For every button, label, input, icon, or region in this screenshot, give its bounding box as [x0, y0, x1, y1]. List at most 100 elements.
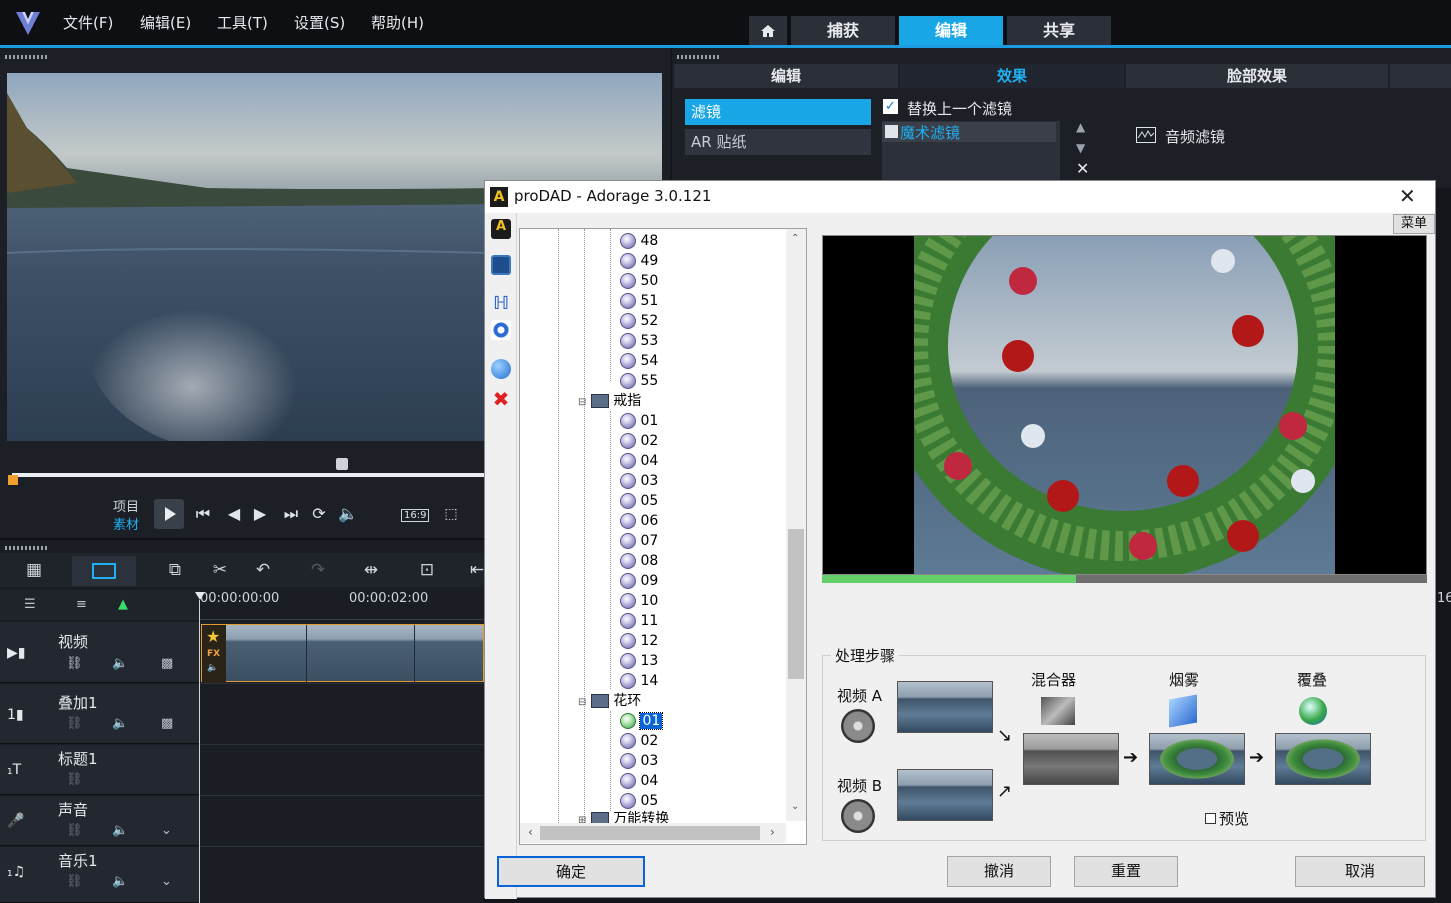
- scroll-down-icon[interactable]: ⌄: [791, 801, 799, 812]
- tree-item[interactable]: 51: [620, 291, 806, 311]
- tree-item[interactable]: 02: [620, 431, 806, 451]
- tree-item[interactable]: 48: [620, 231, 806, 251]
- tree-item[interactable]: 09: [620, 571, 806, 591]
- video-b-thumbnail[interactable]: [897, 769, 993, 821]
- reset-button[interactable]: 重置: [1074, 856, 1178, 887]
- tree-item[interactable]: 08: [620, 551, 806, 571]
- monitor-icon[interactable]: [491, 255, 511, 275]
- mixer-thumbnail[interactable]: [1023, 733, 1119, 785]
- volume-button[interactable]: 🔈: [337, 503, 359, 525]
- mute-icon[interactable]: 🔈: [112, 656, 128, 671]
- expand-icon[interactable]: ⌄: [161, 874, 172, 889]
- cancel-button[interactable]: 取消: [1295, 856, 1425, 887]
- add-track-icon[interactable]: ≡: [76, 597, 87, 612]
- goto-end-button[interactable]: ⏭: [280, 503, 302, 525]
- track-video[interactable]: [0, 622, 199, 683]
- category-ar-sticker[interactable]: AR 贴纸: [685, 129, 871, 155]
- tree-item[interactable]: 13: [620, 651, 806, 671]
- tree-item[interactable]: 12: [620, 631, 806, 651]
- menu-file[interactable]: 文件(F): [63, 12, 113, 33]
- clip-mode-label[interactable]: 素材: [113, 514, 139, 533]
- tree-item[interactable]: 49: [620, 251, 806, 271]
- tree-item[interactable]: 06: [620, 511, 806, 531]
- effect-tree[interactable]: 48 49 50 51 52 53 54 55 ⊟ 戒指 01 02 04 03…: [519, 228, 807, 845]
- fit-timeline-icon[interactable]: ⇹: [358, 560, 384, 582]
- replace-filter-checkbox[interactable]: ✓: [883, 99, 898, 114]
- ok-button[interactable]: 确定: [497, 856, 645, 887]
- track-voice[interactable]: [0, 796, 199, 846]
- menu-button[interactable]: 菜单: [1393, 214, 1435, 234]
- overlay-icon[interactable]: [1299, 697, 1327, 725]
- tree-hscroll-thumb[interactable]: [540, 826, 760, 840]
- menu-edit[interactable]: 编辑(E): [140, 12, 191, 33]
- tree-vscroll-thumb[interactable]: [788, 529, 804, 679]
- tree-item[interactable]: 54: [620, 351, 806, 371]
- prev-frame-button[interactable]: ◀: [223, 503, 245, 525]
- mute-icon[interactable]: 🔈: [112, 874, 128, 889]
- tree-item[interactable]: 11: [620, 611, 806, 631]
- tree-item[interactable]: 05: [620, 491, 806, 511]
- home-tab[interactable]: [749, 16, 787, 46]
- tree-item[interactable]: 03: [620, 471, 806, 491]
- add-media-icon[interactable]: ⧉: [162, 560, 188, 582]
- move-up-icon[interactable]: ▲: [1076, 120, 1085, 134]
- menu-tools[interactable]: 工具(T): [217, 12, 268, 33]
- link-icon[interactable]: ⛓: [66, 874, 83, 889]
- close-icon[interactable]: ✕: [1399, 184, 1416, 208]
- applied-filter-item[interactable]: 魔术滤镜: [882, 122, 1056, 142]
- aspect-ratio-button[interactable]: 16:9: [401, 509, 430, 522]
- tree-item[interactable]: 04: [620, 771, 806, 791]
- scroll-right-icon[interactable]: ›: [770, 825, 775, 839]
- tree-item[interactable]: 10: [620, 591, 806, 611]
- next-frame-button[interactable]: ▶: [249, 503, 271, 525]
- tree-item[interactable]: 02: [620, 731, 806, 751]
- grid-icon[interactable]: ▩: [161, 716, 173, 731]
- tree-item[interactable]: 53: [620, 331, 806, 351]
- mute-icon[interactable]: 🔈: [112, 716, 128, 731]
- link-icon[interactable]: ⛓: [66, 656, 83, 671]
- audio-filter-label[interactable]: 音频滤镜: [1165, 126, 1225, 147]
- storyboard-view-icon[interactable]: ▦: [21, 560, 47, 582]
- preview-scrubber[interactable]: [12, 473, 484, 477]
- tree-item[interactable]: 52: [620, 311, 806, 331]
- tree-item[interactable]: 04: [620, 451, 806, 471]
- redo-icon[interactable]: ↷: [305, 560, 331, 582]
- tree-item[interactable]: 07: [620, 531, 806, 551]
- tab-share[interactable]: 共享: [1007, 16, 1111, 46]
- video-a-thumbnail[interactable]: [897, 681, 993, 733]
- trim-marker[interactable]: [8, 475, 18, 485]
- preview-progress-track[interactable]: [822, 575, 1427, 583]
- menu-help[interactable]: 帮助(H): [371, 12, 424, 33]
- tree-folder-wreath[interactable]: ⊟ 花环: [578, 691, 806, 711]
- video-clip[interactable]: ★ FX 🔈: [201, 624, 484, 683]
- fit-project-icon[interactable]: ⊡: [414, 560, 440, 582]
- grid-icon[interactable]: ▩: [161, 656, 173, 671]
- expand-icon[interactable]: ⌄: [161, 823, 172, 838]
- playhead[interactable]: [195, 592, 205, 600]
- tree-item[interactable]: 55: [620, 371, 806, 391]
- delete-icon[interactable]: ✖: [491, 389, 511, 409]
- scroll-left-icon[interactable]: ‹: [528, 825, 533, 839]
- scrubber-handle[interactable]: [336, 458, 348, 470]
- undo-icon[interactable]: ↶: [250, 560, 276, 582]
- effects-tab-effects[interactable]: 效果: [900, 64, 1124, 88]
- scroll-up-icon[interactable]: ⌃: [791, 233, 799, 244]
- remove-filter-icon[interactable]: ✕: [1076, 159, 1089, 178]
- overlay-thumbnail[interactable]: [1275, 733, 1371, 785]
- tree-folder-rings[interactable]: ⊟ 戒指: [578, 391, 806, 411]
- track-manager-icon[interactable]: ☰: [24, 597, 36, 612]
- tree-folder-universal[interactable]: ⊞ 万能转换: [578, 809, 806, 823]
- smoke-thumbnail[interactable]: [1149, 733, 1245, 785]
- tree-vscroll[interactable]: ⌃ ⌄: [786, 229, 806, 821]
- menu-settings[interactable]: 设置(S): [294, 12, 345, 33]
- tree-hscroll[interactable]: ‹ ›: [520, 823, 786, 843]
- effects-tab-face[interactable]: 脸部效果: [1126, 64, 1388, 88]
- globe-icon[interactable]: [491, 359, 511, 379]
- track-overlay[interactable]: [0, 684, 199, 744]
- target-icon[interactable]: [491, 320, 511, 340]
- play-button[interactable]: [154, 499, 184, 529]
- tree-item[interactable]: 01: [620, 411, 806, 431]
- mixer-icon[interactable]: [1041, 697, 1075, 725]
- tab-edit[interactable]: 编辑: [899, 16, 1003, 46]
- tree-item[interactable]: 14: [620, 671, 806, 691]
